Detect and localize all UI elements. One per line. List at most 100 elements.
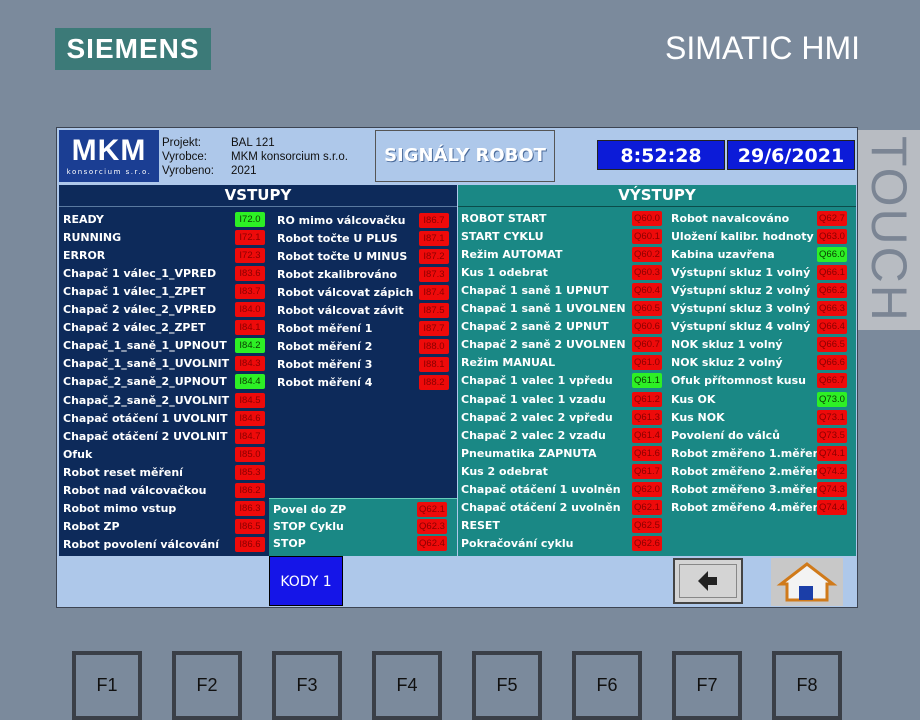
time-display: 8:52:28	[597, 140, 725, 170]
input-signal-status-badge: I72.1	[235, 230, 265, 246]
function-key-f8[interactable]: F8	[772, 651, 842, 720]
output-signal-status-badge: Q62.1	[632, 499, 662, 515]
mkm-logo: MKM konsorcium s.r.o.	[59, 130, 159, 182]
input-signal-status-badge: I86.6	[235, 536, 265, 552]
kody-button[interactable]: KODY 1	[269, 556, 343, 606]
output-signal-label: Chapač 2 valec 2 vpředu	[461, 410, 613, 424]
output-signal-label: Výstupní skluz 1 volný	[671, 266, 811, 280]
input-signal-label: Robot mimo vstup	[63, 501, 177, 515]
output-signal-label: Robot navalcováno	[671, 212, 790, 225]
input-signal-status-badge: I87.3	[419, 267, 449, 283]
input-signal-status-badge: I84.2	[235, 338, 265, 354]
input-signal-label: Robot měření 4	[277, 376, 373, 390]
output-signal-label: Chapač otáčení 1 uvolněn	[461, 482, 621, 496]
input-signal-status-badge: I86.2	[235, 482, 265, 498]
maker-key: Vyrobce:	[162, 151, 207, 163]
output-signal-status-badge: Q66.5	[817, 337, 847, 353]
input-signal-status-badge: I86.7	[419, 213, 449, 228]
command-signal-label: STOP	[273, 537, 306, 550]
logo-big: MKM	[71, 134, 147, 167]
inputs-panel: VSTUPY READY I72.0 RUNNING I72.1 ERROR I72.3 C…	[59, 185, 457, 557]
input-signal-status-badge: I84.7	[235, 428, 265, 444]
output-signal-label: Robot změřeno 1.měření	[671, 446, 825, 460]
function-key-f7[interactable]: F7	[672, 651, 742, 720]
output-signal-status-badge: Q60.7	[632, 337, 662, 353]
output-signal-status-badge: Q66.6	[817, 355, 847, 371]
output-signal-label: Režim AUTOMAT	[461, 248, 563, 262]
input-signal-label: Ofuk	[63, 447, 93, 461]
function-key-f2[interactable]: F2	[172, 651, 242, 720]
function-key-f6[interactable]: F6	[572, 651, 642, 720]
output-signal-label: Kus OK	[671, 392, 716, 406]
output-signal-label: Kus NOK	[671, 410, 725, 424]
output-signal-label: Robot změřeno 3.měření	[671, 482, 825, 496]
function-key-label: F1	[76, 655, 138, 716]
input-signal-label: Chapač 2 válec_2_VPRED	[63, 303, 217, 317]
input-signal-label: Chapač otáčení 2 UVOLNIT	[63, 429, 228, 443]
output-signal-status-badge: Q60.4	[632, 283, 662, 299]
input-signal-label: Robot válcovat závit	[277, 304, 404, 318]
function-key-label: F7	[676, 655, 738, 716]
output-signal-label: Ofuk přítomnost kusu	[671, 374, 807, 388]
output-signal-label: NOK skluz 2 volný	[671, 356, 783, 370]
input-signal-label: Robot točte U MINUS	[277, 250, 408, 264]
input-signal-label: Robot točte U PLUS	[277, 232, 398, 246]
function-key-f3[interactable]: F3	[272, 651, 342, 720]
input-signal-label: Chapač_1_saně_1_UPNOUT	[63, 339, 227, 353]
output-signal-label: ROBOT START	[461, 212, 547, 225]
input-signal-status-badge: I84.5	[235, 392, 265, 408]
input-signal-label: Chapač 1 válec_1_ZPET	[63, 285, 206, 299]
back-button[interactable]	[673, 558, 743, 604]
project-value: BAL 121	[231, 137, 275, 149]
input-signal-label: RO mimo válcovačku	[277, 214, 406, 227]
logo-small: konsorcium s.r.o.	[66, 168, 152, 176]
input-signal-label: Robot měření 3	[277, 358, 373, 372]
input-signal-status-badge: I72.0	[235, 212, 265, 227]
input-signal-status-badge: I83.7	[235, 284, 265, 300]
home-icon	[776, 562, 838, 602]
output-signal-label: Pokračování cyklu	[461, 536, 574, 550]
input-signal-status-badge: I88.1	[419, 357, 449, 373]
output-signal-label: Robot změřeno 2.měření	[671, 464, 825, 478]
function-key-label: F5	[476, 655, 538, 716]
output-signal-label: Výstupní skluz 2 volný	[671, 284, 811, 298]
output-signal-status-badge: Q60.5	[632, 301, 662, 317]
output-signal-status-badge: Q61.4	[632, 427, 662, 443]
input-signal-label: Robot povolení válcování	[63, 537, 220, 551]
input-signal-status-badge: I87.5	[419, 303, 449, 319]
output-signal-status-badge: Q61.3	[632, 409, 662, 425]
output-signal-status-badge: Q61.0	[632, 355, 662, 371]
output-signal-label: Režim MANUAL	[461, 356, 556, 370]
output-signal-status-badge: Q61.1	[632, 373, 662, 389]
output-signal-status-badge: Q62.6	[632, 535, 662, 551]
output-signal-status-badge: Q61.7	[632, 463, 662, 479]
function-key-label: F4	[376, 655, 438, 716]
function-key-f1[interactable]: F1	[72, 651, 142, 720]
output-signal-label: NOK skluz 1 volný	[671, 338, 783, 352]
output-signal-label: Chapač 1 valec 1 vpředu	[461, 374, 613, 388]
inputs-title: VSTUPY	[59, 185, 457, 207]
output-signal-label: Chapač 1 saně 1 UPNUT	[461, 284, 609, 298]
function-key-f4[interactable]: F4	[372, 651, 442, 720]
output-signal-status-badge: Q73.0	[817, 391, 847, 407]
input-signal-label: Robot měření 2	[277, 340, 373, 354]
command-signal-status-badge: Q62.1	[417, 502, 447, 517]
output-signal-status-badge: Q60.0	[632, 211, 662, 226]
input-signal-status-badge: I72.3	[235, 248, 265, 264]
input-signal-status-badge: I84.0	[235, 302, 265, 318]
function-key-f5[interactable]: F5	[472, 651, 542, 720]
input-signal-status-badge: I85.3	[235, 464, 265, 480]
input-signal-status-badge: I87.7	[419, 321, 449, 337]
output-signal-label: Povolení do válců	[671, 428, 780, 442]
output-signal-status-badge: Q62.0	[632, 481, 662, 497]
home-button[interactable]	[771, 558, 843, 606]
input-signal-status-badge: I86.5	[235, 518, 265, 534]
input-signal-status-badge: I87.1	[419, 231, 449, 247]
output-signal-status-badge: Q61.2	[632, 391, 662, 407]
output-signal-label: Chapač otáčení 2 uvolněn	[461, 500, 621, 514]
output-signal-status-badge: Q60.6	[632, 319, 662, 335]
maker-value: MKM konsorcium s.r.o.	[231, 151, 348, 163]
output-signal-status-badge: Q60.2	[632, 247, 662, 263]
output-signal-status-badge: Q66.0	[817, 247, 847, 263]
year-key: Vyrobeno:	[162, 165, 214, 177]
